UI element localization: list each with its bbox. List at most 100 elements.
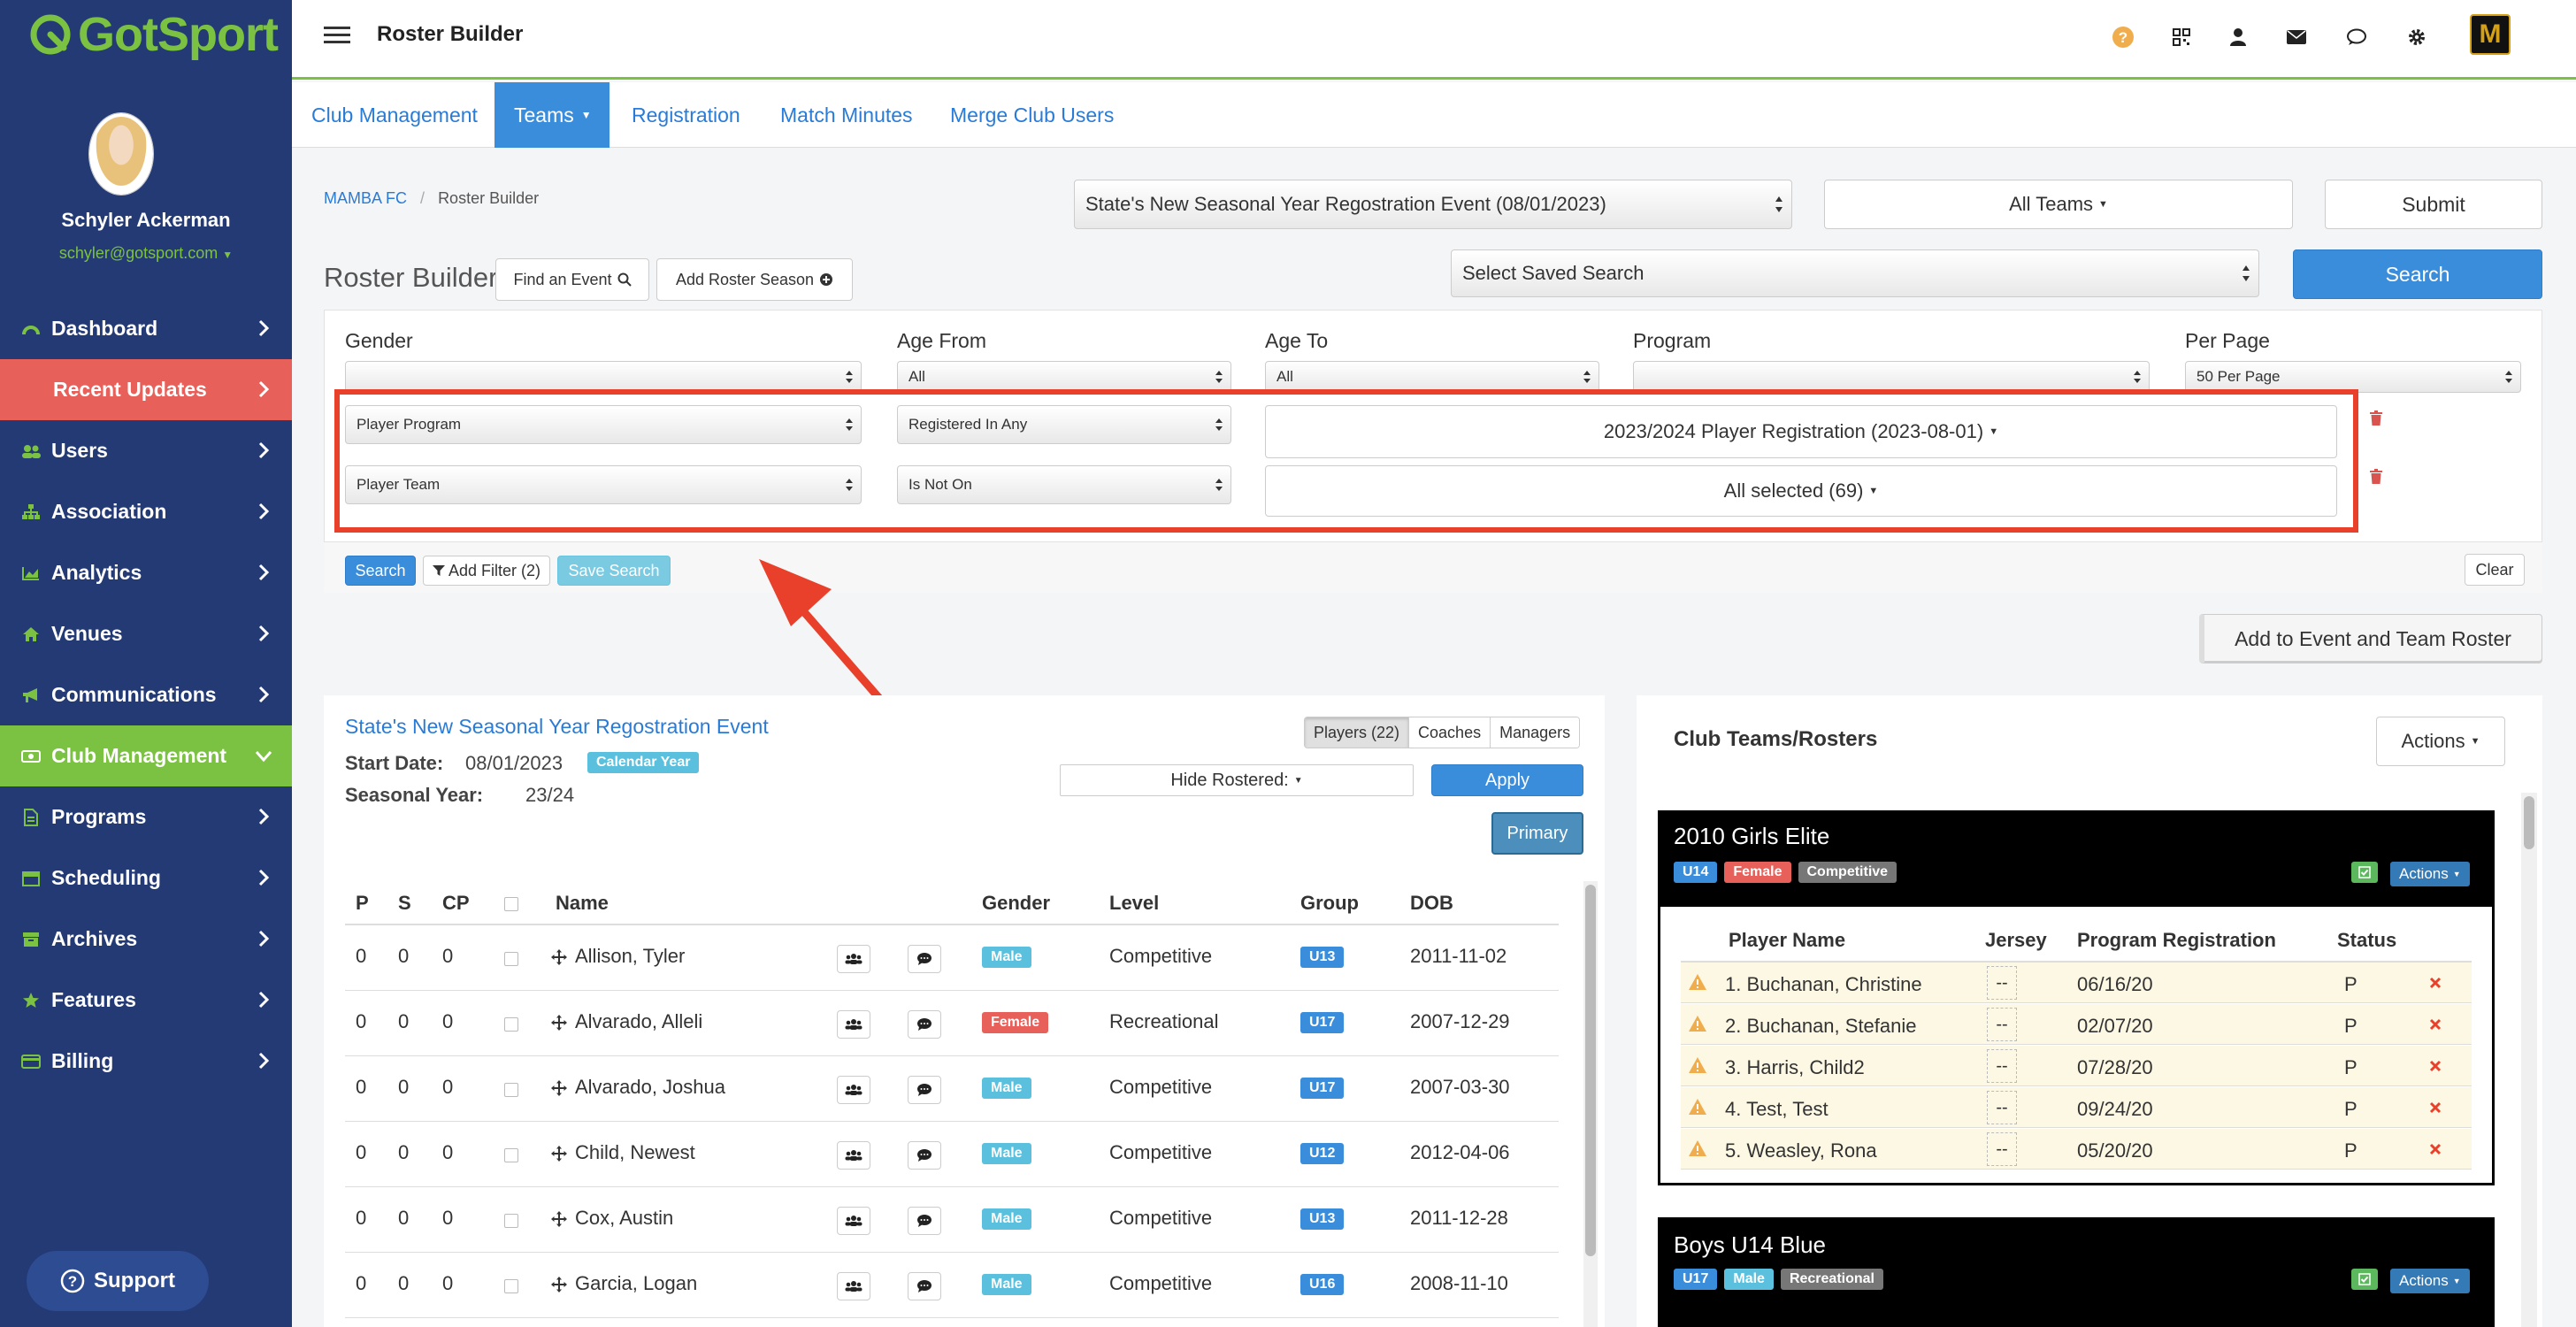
remove-icon[interactable] [2429,1143,2442,1155]
add-to-event-button[interactable]: Add to Event and Team Roster [2199,614,2542,664]
envelope-icon[interactable] [2281,21,2312,53]
message-button[interactable] [908,1207,941,1235]
sidebar-item-archives[interactable]: Archives [0,909,292,970]
filter-search-button[interactable]: Search [345,556,416,586]
move-icon[interactable] [550,1210,568,1228]
age-to-select[interactable]: All [1265,361,1599,393]
trash-icon[interactable] [2369,410,2383,426]
remove-icon[interactable] [2429,1101,2442,1114]
team-assign-button[interactable] [837,1207,870,1235]
team-assign-button[interactable] [837,1010,870,1039]
user-icon[interactable] [2222,21,2254,53]
col-name-sort[interactable]: Name [556,892,609,915]
player-name-link[interactable]: Alvarado, Alleli [575,1010,702,1033]
player-name-link[interactable]: Alvarado, Joshua [575,1076,725,1099]
player-name-link[interactable]: Allison, Tyler [575,945,685,968]
roster-player-link[interactable]: 2. Buchanan, Stefanie [1725,1015,1917,1038]
breadcrumb-club-link[interactable]: MAMBA FC [324,189,407,207]
select-all-checkbox[interactable] [504,897,518,911]
age-from-select[interactable]: All [897,361,1231,393]
find-event-button[interactable]: Find an Event [495,258,649,301]
support-button[interactable]: ? Support [27,1251,209,1311]
check-square-icon[interactable] [2351,1269,2378,1290]
players-toggle[interactable]: Players (22) [1305,717,1409,748]
sidebar-item-scheduling[interactable]: Scheduling [0,848,292,909]
team-assign-button[interactable] [837,945,870,973]
jersey-input[interactable]: -- [1987,1091,2017,1124]
tab-teams[interactable]: Teams ▼ [494,82,610,148]
hamburger-menu-icon[interactable] [324,27,350,44]
program-select[interactable] [1633,361,2150,393]
add-roster-season-button[interactable]: Add Roster Season [656,258,853,301]
add-filter-button[interactable]: Add Filter (2) [423,556,550,586]
sidebar-item-dashboard[interactable]: Dashboard [0,298,292,359]
roster-player-link[interactable]: 4. Test, Test [1725,1098,1828,1121]
sidebar-item-recent-updates[interactable]: Recent Updates [0,359,292,420]
player-name-link[interactable]: Garcia, Logan [575,1272,697,1295]
remove-icon[interactable] [2429,1060,2442,1072]
roster-player-link[interactable]: 3. Harris, Child2 [1725,1056,1865,1079]
gender-select[interactable] [345,361,862,393]
row-checkbox[interactable] [504,1017,518,1032]
top-search-button[interactable]: Search [2293,249,2542,299]
tab-merge-club-users[interactable]: Merge Club Users [950,82,1114,148]
move-icon[interactable] [550,948,568,966]
sidebar-item-users[interactable]: Users [0,420,292,481]
event-title-link[interactable]: State's New Seasonal Year Regostration E… [345,715,769,739]
row-checkbox[interactable] [504,952,518,966]
submit-button[interactable]: Submit [2325,180,2542,229]
team-assign-button[interactable] [837,1141,870,1170]
coaches-toggle[interactable]: Coaches [1408,717,1491,748]
team-actions-dropdown[interactable]: Actions ▼ [2390,1269,2470,1293]
sidebar-item-club-management[interactable]: Club Management [0,725,292,786]
sidebar-item-billing[interactable]: Billing [0,1031,292,1092]
tab-match-minutes[interactable]: Match Minutes [780,82,913,148]
jersey-input[interactable]: -- [1987,1008,2017,1041]
player-table-scrollbar[interactable] [1583,881,1598,1327]
move-icon[interactable] [550,1079,568,1097]
message-button[interactable] [908,1076,941,1104]
jersey-input[interactable]: -- [1987,1132,2017,1166]
move-icon[interactable] [550,1276,568,1293]
trash-icon[interactable] [2369,469,2383,485]
remove-icon[interactable] [2429,977,2442,989]
scrollbar-thumb[interactable] [2524,796,2534,849]
apply-button[interactable]: Apply [1431,764,1583,796]
qr-code-icon[interactable] [2166,21,2197,53]
event-select[interactable]: State's New Seasonal Year Regostration E… [1074,180,1792,229]
row-checkbox[interactable] [504,1083,518,1097]
message-button[interactable] [908,1141,941,1170]
tab-club-management[interactable]: Club Management [311,82,478,148]
move-icon[interactable] [550,1014,568,1032]
gear-icon[interactable] [2401,21,2433,53]
jersey-input[interactable]: -- [1987,1049,2017,1083]
sidebar-item-communications[interactable]: Communications [0,664,292,725]
sidebar-item-features[interactable]: Features [0,970,292,1031]
club-logo[interactable]: M [2470,14,2511,55]
row-checkbox[interactable] [504,1214,518,1228]
chat-icon[interactable] [2341,21,2373,53]
row-checkbox[interactable] [504,1148,518,1162]
avatar[interactable] [89,113,153,195]
sidebar-item-programs[interactable]: Programs [0,786,292,848]
team-assign-button[interactable] [837,1076,870,1104]
roster-player-link[interactable]: 1. Buchanan, Christine [1725,973,1922,996]
sidebar-item-association[interactable]: Association [0,481,292,542]
save-search-button[interactable]: Save Search [557,556,671,586]
player-name-link[interactable]: Cox, Austin [575,1207,673,1230]
team-assign-button[interactable] [837,1272,870,1300]
message-button[interactable] [908,1272,941,1300]
team-actions-dropdown[interactable]: Actions ▼ [2390,862,2470,886]
message-button[interactable] [908,945,941,973]
managers-toggle[interactable]: Managers [1490,717,1580,748]
tab-registration[interactable]: Registration [632,82,740,148]
move-icon[interactable] [550,1145,568,1162]
check-square-icon[interactable] [2351,862,2378,883]
sidebar-item-venues[interactable]: Venues [0,603,292,664]
clear-button[interactable]: Clear [2465,554,2525,586]
user-email-dropdown[interactable]: schyler@gotsport.com ▼ [0,244,292,263]
hide-rostered-dropdown[interactable]: Hide Rostered: ▼ [1060,764,1414,796]
teams-actions-dropdown[interactable]: Actions ▼ [2376,717,2505,766]
primary-button[interactable]: Primary [1491,812,1583,855]
remove-icon[interactable] [2429,1018,2442,1031]
